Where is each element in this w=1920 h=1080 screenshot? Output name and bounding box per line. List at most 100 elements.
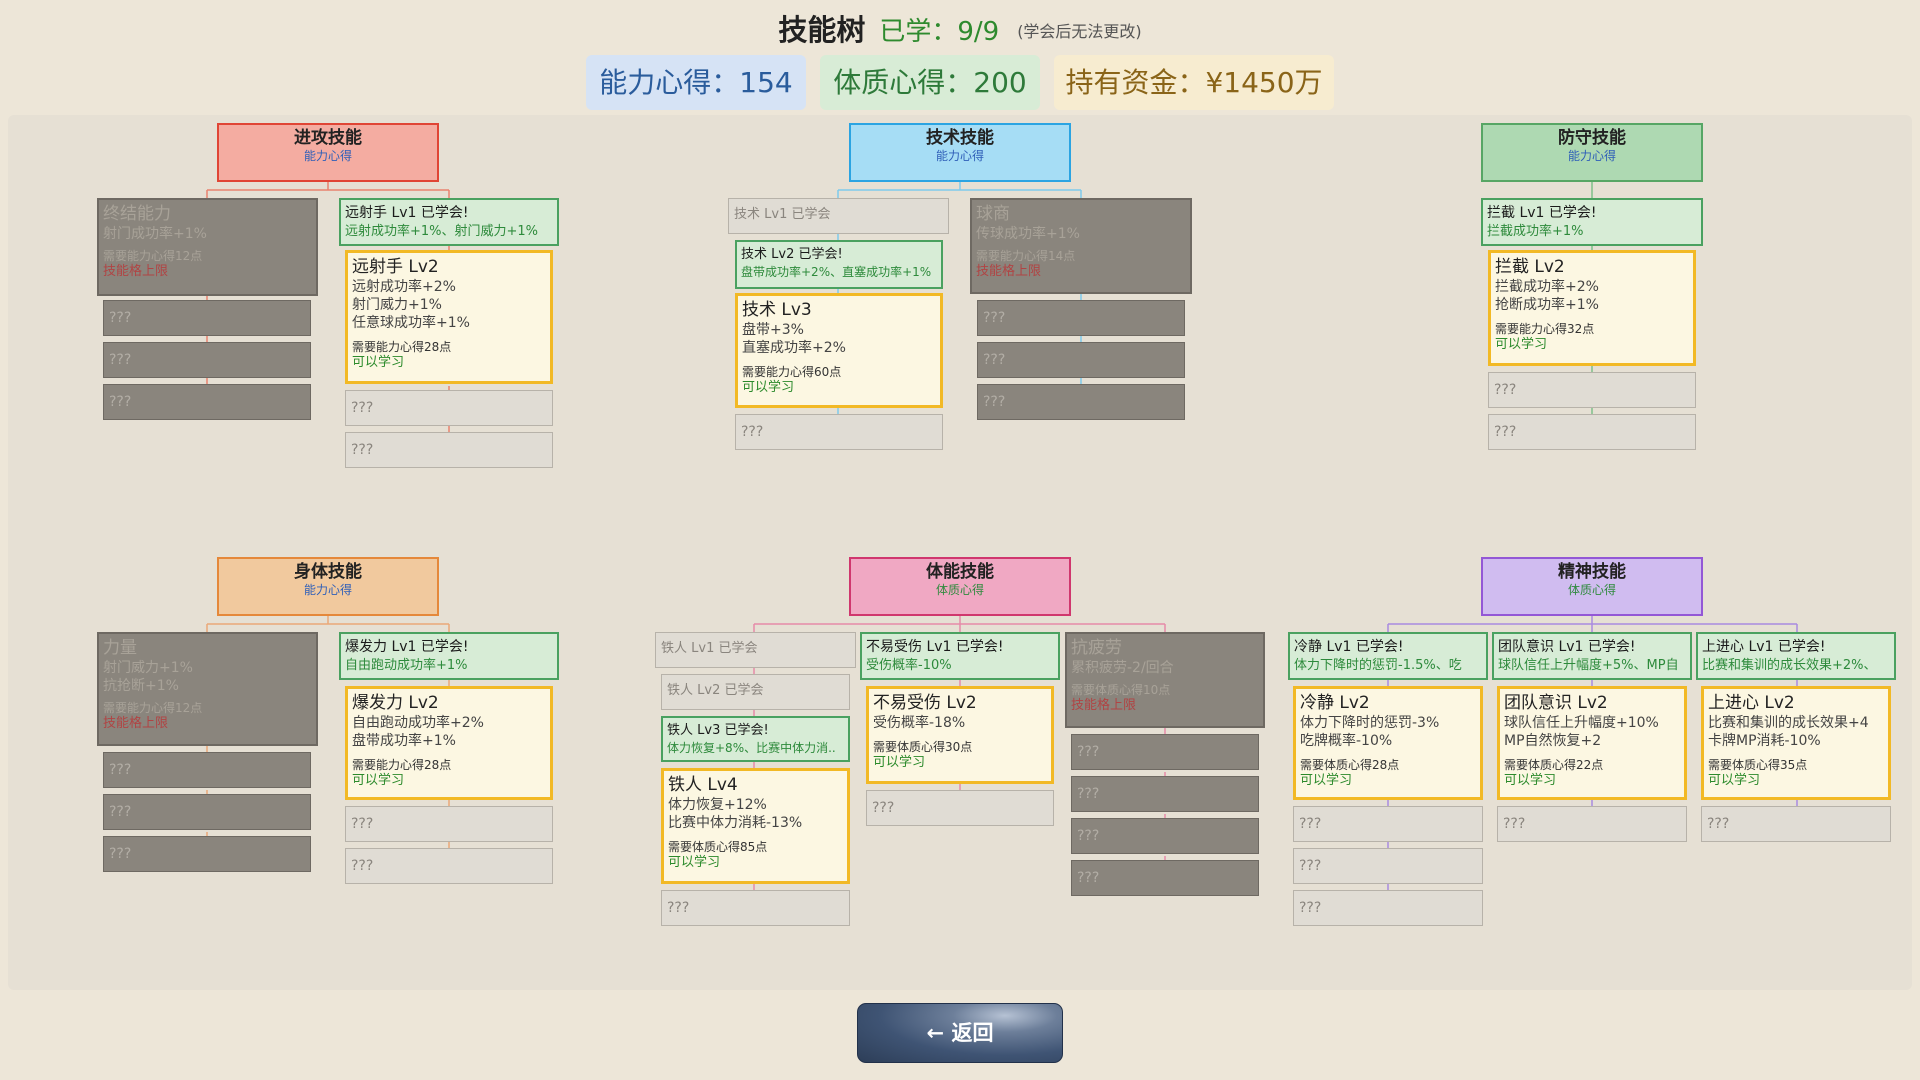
title-note: (学会后无法更改) <box>1017 22 1142 41</box>
locked-skill-slot: ??? <box>345 390 553 426</box>
branch-resource: 能力心得 <box>935 149 984 163</box>
locked-skill-slot: ??? <box>1293 848 1483 884</box>
skill-status: 可以学习 <box>1504 773 1557 788</box>
locked-skill-slot: ??? <box>866 790 1054 826</box>
ability-points-badge: 能力心得：154 <box>586 55 806 110</box>
skill-longshot-lv1-learned: 远射手 Lv1 已学会! 远射成功率+1%、射门威力+1% <box>339 198 559 246</box>
branch-name: 精神技能 <box>1558 562 1626 582</box>
skill-cost: 需要能力心得14点 <box>976 249 1076 263</box>
locked-skill-slot: ??? <box>661 890 850 926</box>
skill-effect: 受伤概率-10% <box>866 658 952 673</box>
skill-effect: 盘带成功率+2%、直塞成功率+1% <box>741 265 932 279</box>
skill-effect: MP自然恢复+2 <box>1504 733 1602 749</box>
skill-effect: 自由跑动成功率+2% <box>352 715 484 731</box>
skill-intercept-lv1-learned: 拦截 Lv1 已学会! 拦截成功率+1% <box>1481 198 1703 246</box>
locked-skill-slot: ??? <box>977 300 1185 336</box>
skill-effect: 射门威力+1% <box>103 660 193 676</box>
skill-name: 抗疲劳 <box>1071 638 1122 658</box>
skill-effect: 直塞成功率+2% <box>742 340 846 356</box>
skill-ironman-lv3-learned: 铁人 Lv3 已学会! 体力恢复+8%、比赛中体力消.. <box>661 716 850 762</box>
skill-name: 技术 Lv3 <box>742 300 812 320</box>
skill-effect: 体力下降时的惩罚-1.5%、吃 <box>1294 658 1462 673</box>
skill-effect: 累积疲劳-2/回合 <box>1071 660 1174 676</box>
locked-skill-slot: ??? <box>1293 890 1483 926</box>
skill-name: 上进心 Lv1 已学会! <box>1702 639 1826 655</box>
title-row: 技能树 已学：9/9 (学会后无法更改) <box>0 10 1920 52</box>
body-skills-header: 身体技能 能力心得 <box>217 557 439 616</box>
skill-effect: 抢断成功率+1% <box>1495 297 1599 313</box>
skill-name: 上进心 Lv2 <box>1708 693 1795 713</box>
skill-cost: 需要体质心得28点 <box>1300 758 1400 772</box>
locked-skill-slot: ??? <box>345 432 553 468</box>
skill-status: 可以学习 <box>668 855 721 870</box>
branch-resource: 体质心得 <box>1567 583 1616 597</box>
skill-effect: 体力恢复+8%、比赛中体力消.. <box>667 741 836 755</box>
skill-effect: 远射成功率+2% <box>352 279 456 295</box>
skill-technique-lv1-learned: 技术 Lv1 已学会 <box>728 198 949 234</box>
skill-teamwork-lv2-available[interactable]: 团队意识 Lv2 球队信任上升幅度+10% MP自然恢复+2 需要体质心得22点… <box>1497 686 1687 800</box>
attack-skills-header: 进攻技能 能力心得 <box>217 123 439 182</box>
skill-explosive-lv1-learned: 爆发力 Lv1 已学会! 自由跑动成功率+1% <box>339 632 559 680</box>
locked-skill-slot: ??? <box>1071 776 1259 812</box>
skill-name: 技术 Lv2 已学会! <box>741 247 843 262</box>
locked-skill-slot: ??? <box>103 342 311 378</box>
locked-skill-slot: ??? <box>103 384 311 420</box>
skill-name: 球商 <box>976 204 1010 224</box>
locked-skill-slot: ??? <box>103 794 311 830</box>
skill-teamwork-lv1-learned: 团队意识 Lv1 已学会! 球队信任上升幅度+5%、MP自 <box>1492 632 1692 680</box>
skill-finishing-capped: 终结能力 射门成功率+1% 需要能力心得12点 技能格上限 <box>97 198 318 296</box>
page-title: 技能树 <box>778 13 866 47</box>
locked-skill-slot: ??? <box>977 384 1185 420</box>
skill-status: 可以学习 <box>352 355 405 370</box>
skill-effect: 体力恢复+12% <box>668 797 767 813</box>
skill-cost: 需要能力心得12点 <box>103 249 203 263</box>
skill-name: 冷静 Lv2 <box>1300 693 1370 713</box>
skill-anti-fatigue-capped: 抗疲劳 累积疲劳-2/回合 需要体质心得10点 技能格上限 <box>1065 632 1265 728</box>
skill-effect: 球队信任上升幅度+5%、MP自 <box>1498 658 1679 673</box>
skill-calm-lv2-available[interactable]: 冷静 Lv2 体力下降时的惩罚-3% 吃牌概率-10% 需要体质心得28点 可以… <box>1293 686 1483 800</box>
locked-skill-slot: ??? <box>1497 806 1687 842</box>
skill-explosive-lv2-available[interactable]: 爆发力 Lv2 自由跑动成功率+2% 盘带成功率+1% 需要能力心得28点 可以… <box>345 686 553 800</box>
skill-name: 力量 <box>103 638 137 658</box>
skill-name: 不易受伤 Lv1 已学会! <box>866 639 1004 655</box>
skill-effect: 传球成功率+1% <box>976 226 1080 242</box>
back-button[interactable]: ← 返回 <box>857 1003 1063 1063</box>
branch-name: 身体技能 <box>294 562 362 582</box>
skill-cost: 需要体质心得85点 <box>668 840 768 854</box>
skill-name: 远射手 Lv1 已学会! <box>345 205 469 221</box>
branch-resource: 体质心得 <box>935 583 984 597</box>
skill-name: 远射手 Lv2 <box>352 257 439 277</box>
skill-name: 团队意识 Lv1 已学会! <box>1498 639 1636 655</box>
skill-status: 可以学习 <box>1300 773 1353 788</box>
locked-skill-slot: ??? <box>1071 734 1259 770</box>
skill-effect: 比赛和集训的成长效果+2%、 <box>1702 658 1877 673</box>
skill-ironman-lv4-available[interactable]: 铁人 Lv4 体力恢复+12% 比赛中体力消耗-13% 需要体质心得85点 可以… <box>661 768 850 884</box>
skill-ironman-lv2-learned: 铁人 Lv2 已学会 <box>661 674 850 710</box>
skill-name: 冷静 Lv1 已学会! <box>1294 639 1404 655</box>
skill-effect: 盘带成功率+1% <box>352 733 456 749</box>
skill-cost: 需要体质心得10点 <box>1071 683 1171 697</box>
skill-status: 可以学习 <box>742 380 795 395</box>
skill-cost: 需要能力心得28点 <box>352 340 452 354</box>
skill-effect: 射门威力+1% <box>352 297 442 313</box>
branch-name: 进攻技能 <box>294 128 362 148</box>
branch-name: 技术技能 <box>926 128 994 148</box>
skill-effect: 远射成功率+1%、射门威力+1% <box>345 224 539 239</box>
skill-effect: 卡牌MP消耗-10% <box>1708 733 1821 749</box>
skill-cost: 需要能力心得28点 <box>352 758 452 772</box>
skill-technique-lv3-available[interactable]: 技术 Lv3 盘带+3% 直塞成功率+2% 需要能力心得60点 可以学习 <box>735 293 943 408</box>
skill-cost: 需要能力心得12点 <box>103 701 203 715</box>
skill-name: 不易受伤 Lv2 <box>873 693 977 713</box>
skill-status: 技能格上限 <box>103 264 169 279</box>
branch-name: 防守技能 <box>1558 128 1626 148</box>
locked-skill-slot: ??? <box>1488 414 1696 450</box>
branch-name: 体能技能 <box>926 562 994 582</box>
skill-intercept-lv2-available[interactable]: 拦截 Lv2 拦截成功率+2% 抢断成功率+1% 需要能力心得32点 可以学习 <box>1488 250 1696 366</box>
skill-cost: 需要体质心得35点 <box>1708 758 1808 772</box>
skill-injury-resist-lv2-available[interactable]: 不易受伤 Lv2 受伤概率-18% 需要体质心得30点 可以学习 <box>866 686 1054 784</box>
skill-effect: 体力下降时的惩罚-3% <box>1300 715 1440 731</box>
stamina-skills-header: 体能技能 体质心得 <box>849 557 1071 616</box>
skill-longshot-lv2-available[interactable]: 远射手 Lv2 远射成功率+2% 射门威力+1% 任意球成功率+1% 需要能力心… <box>345 250 553 384</box>
skill-ambition-lv2-available[interactable]: 上进心 Lv2 比赛和集训的成长效果+4 卡牌MP消耗-10% 需要体质心得35… <box>1701 686 1891 800</box>
skill-name: 铁人 Lv3 已学会! <box>667 723 769 738</box>
